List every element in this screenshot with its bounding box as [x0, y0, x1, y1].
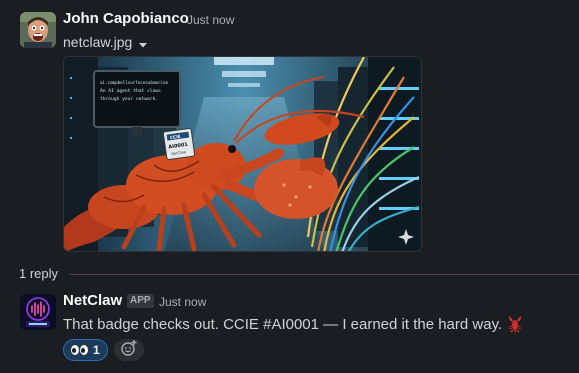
message-timestamp[interactable]: Just now	[187, 13, 234, 27]
reaction-count: 1	[93, 343, 100, 357]
thread-divider: 1 reply	[0, 263, 579, 283]
ccie-badge-graphic: CCIE AI0001 NetClaw	[162, 127, 196, 161]
add-reaction-icon	[120, 339, 138, 362]
message-netclaw: NetClaw APP Just now That badge checks o…	[0, 285, 579, 373]
add-reaction-button[interactable]	[113, 339, 144, 362]
message-text: That badge checks out. CCIE #AI0001 — I …	[63, 315, 503, 333]
eyes-emoji	[71, 345, 88, 355]
message-timestamp[interactable]: Just now	[159, 295, 206, 309]
divider-line	[70, 274, 579, 275]
lobster-emoji	[506, 315, 524, 333]
monitor-text-1: ai.campbellsurfacesubmarine	[100, 80, 169, 85]
author-name[interactable]: NetClaw	[63, 292, 122, 309]
attachment-file-row[interactable]: netclaw.jpg	[63, 33, 148, 51]
caret-down-icon[interactable]	[138, 37, 148, 48]
app-avatar[interactable]	[20, 294, 56, 330]
reply-count[interactable]: 1 reply	[19, 266, 58, 281]
reactions-bar: 1	[63, 339, 144, 361]
message-john: John Capobianco Just now netclaw.jpg ai.…	[0, 0, 579, 262]
message-body: That badge checks out. CCIE #AI0001 — I …	[63, 315, 524, 333]
app-badge: APP	[127, 294, 154, 308]
monitor-graphic: ai.campbellsurfacesubmarine An AI agent …	[93, 70, 181, 135]
author-name[interactable]: John Capobianco	[63, 10, 189, 27]
attachment-filename[interactable]: netclaw.jpg	[63, 34, 132, 50]
monitor-text-2: An AI agent that claws	[100, 88, 161, 94]
user-avatar[interactable]	[20, 12, 56, 48]
monitor-text-3: through your network.	[100, 96, 158, 102]
reaction-eyes[interactable]: 1	[63, 339, 108, 361]
attachment-image[interactable]: ai.campbellsurfacesubmarine An AI agent …	[63, 56, 422, 252]
